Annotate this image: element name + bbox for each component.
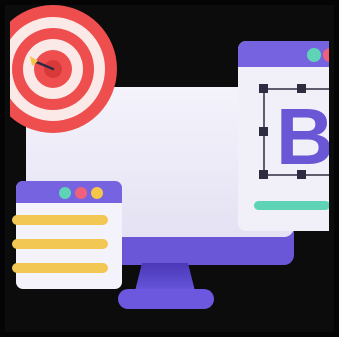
dot-pink-icon — [75, 187, 87, 199]
list-item-bar — [12, 239, 108, 249]
list-item-bar — [12, 263, 108, 273]
design-card-letter: B — [276, 92, 329, 181]
list-card — [12, 181, 122, 289]
list-item-bar — [12, 215, 108, 225]
web-design-illustration: B — [10, 5, 329, 328]
dot-teal-icon — [307, 48, 321, 62]
monitor-stand-base — [118, 289, 214, 309]
selection-handle — [259, 84, 268, 93]
selection-handle — [259, 170, 268, 179]
design-card: B — [238, 41, 329, 231]
dot-teal-icon — [59, 187, 71, 199]
dot-yellow-icon — [91, 187, 103, 199]
progress-bar — [254, 201, 329, 210]
selection-handle — [259, 127, 268, 136]
